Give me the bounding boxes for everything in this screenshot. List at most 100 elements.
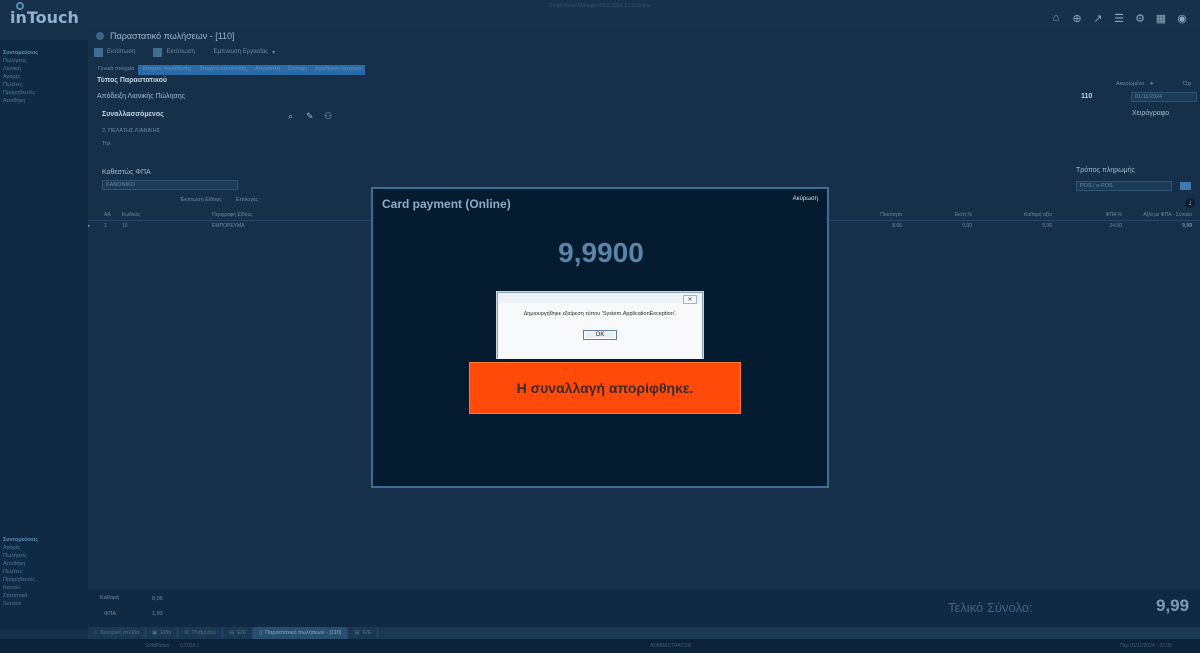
cell-total: 9,99 [1182,223,1192,229]
document-icon [96,32,104,40]
net-label: Καθαρή [100,595,120,601]
sidebar-item-sales[interactable]: Πωλήσεις [3,552,38,560]
customer-phone: Τηλ [102,141,111,147]
tab-delivery[interactable]: Στοιχεία παράδοσης [138,65,196,75]
gear-icon: ⚙ [184,630,190,636]
save-icon [94,47,103,57]
sidebar-item-stats[interactable]: Στατιστικά [3,592,38,600]
cell-net: 8,06 [1042,223,1052,229]
dialog-message: Δημιουργήθηκε εξαίρεση τύπου 'System.App… [523,311,677,317]
col-qty[interactable]: Ποσότητα [832,212,902,220]
grid-toolbar: Έκπτωση Είδους Επιλογές [180,197,258,203]
sidebar-item-retail[interactable]: Λιανική [3,65,38,73]
document-tabs: Γενικά στοιχεία Στοιχεία παράδοσης Στοιχ… [94,65,366,75]
vat-total-label: ΦΠΑ [104,611,117,617]
save-button[interactable]: Εκτύπωση [94,47,135,57]
cancelled-label: Ακυρωμένο [1116,81,1145,87]
sidebar-item-customers[interactable]: Πελάτες [3,568,38,576]
sidebar-item-purchases[interactable]: Αγορές [3,73,38,81]
cell-discount: 0,00 [962,223,972,229]
tab-summary[interactable]: Σύνοψη [283,65,312,75]
date-field[interactable]: 01/11/2024 [1131,92,1197,102]
chevron-down-icon: ▾ [272,49,276,56]
sidebar-item-suppliers[interactable]: Προμηθευτές [3,89,38,97]
cell-aa: 1 [104,223,107,229]
edit-icon[interactable]: ✎ [306,111,314,122]
task-home[interactable]: ⌂ Κεντρική σελίδα [88,627,147,639]
sidebar-heading: Συντομεύσεις [3,50,39,56]
add-user-icon[interactable]: ⚇ [324,111,332,122]
search-icon[interactable]: ⌕ [288,111,293,122]
vat-select[interactable]: ΚΑΝΟΝΙΚΟ [102,180,238,190]
net-value: 8,06 [152,596,163,602]
sidebar-top-list: Συντομεύσεις Πωλήσεις Λιανική Αγορές Πελ… [3,49,38,105]
status-datetime: Πέμ 01/11/2024 · 22:05 [1120,643,1172,649]
sidebar-item-warehouse[interactable]: Αποθήκη [3,560,38,568]
transaction-declined-banner: Η συναλλαγή απορίφθηκε. [469,362,741,414]
cancelled-radio[interactable]: ● [1150,81,1153,87]
cancel-button[interactable]: Ακύρωση [793,196,818,202]
sidebar-item-suppliers[interactable]: Προμηθευτές [3,576,38,584]
col-aa[interactable]: ΑΑ [104,212,122,220]
payment-select[interactable]: POS / e-POS [1076,181,1172,191]
building-icon[interactable]: ▦ [1155,12,1167,25]
payment-label: Τρόπος πληρωμής [1076,167,1135,174]
tab-dispatch[interactable]: Αποστολή [251,65,284,75]
cell-vat: 24,00 [1109,223,1122,229]
task-ee-2[interactable]: ▤ Ε/Ε [348,627,379,639]
window-title: Smart Retail Manager POS 2024.1.3.0 Onli… [549,3,651,9]
task-ee[interactable]: ▤ Ε/Ε [223,627,254,639]
customer-name[interactable]: 2, ΠΕΛΑΤΗΣ ΛΙΑΝΙΚΗΣ [102,128,160,134]
col-discount[interactable]: Έκπτ.% [902,212,972,220]
error-dialog: ✕ Δημιουργήθηκε εξαίρεση τύπου 'System.A… [497,292,703,359]
chart-icon[interactable]: ↗ [1092,12,1104,25]
tab-general[interactable]: Γενικά στοιχεία [94,65,138,75]
grand-total-label: Τελικό Σύνολο: [948,600,1033,615]
col-code[interactable]: Κωδικός [122,212,212,220]
task-settings[interactable]: ⚙ Ρυθμίσεις [178,627,224,639]
tab-shipping[interactable]: Στοιχεία αποστολής [195,65,252,75]
col-net[interactable]: Καθαρή αξία [972,212,1052,220]
home-icon: ⌂ [94,630,98,636]
ok-button[interactable]: OK [583,330,617,340]
list-view-icon[interactable] [1180,182,1191,190]
gear-icon[interactable]: ⚙ [1134,12,1146,25]
user-circle-icon[interactable]: ◉ [1176,12,1188,25]
doc-type-value[interactable]: Απόδειξη Λιανικής Πώλησης [97,93,185,100]
customer-label: Συναλλασσόμενος [102,111,164,118]
task-items[interactable]: ▣ Είδη [146,627,179,639]
discount-button[interactable]: Έκπτωση Είδους [180,197,222,203]
vat-label: Καθεστώς ΦΠΑ [102,169,151,176]
grand-total-value: 9,99 [1156,596,1190,615]
sidebar-item-customers[interactable]: Πελάτες [3,81,38,89]
sidebar-item-warehouse[interactable]: Αποθήκη [3,97,38,105]
col-vat[interactable]: ΦΠΑ % [1052,212,1123,220]
sidebar: Συντομεύσεις Πωλήσεις Λιανική Αγορές Πελ… [0,40,88,630]
cell-code: 10 [122,223,128,229]
tab-corrections[interactable]: Διόρθωση αρχείων [311,65,366,75]
modal-title: Card payment (Online) [382,197,511,211]
sidebar-item-channel[interactable]: Καναλί [3,584,38,592]
sidebar-heading: Συντομεύσεις [3,537,39,543]
sidebar-item-service[interactable]: Service [3,600,38,608]
download-icon[interactable]: ↓ [1185,198,1195,208]
col-total[interactable]: Αξία με ΦΠΑ - Σύνολο [1122,212,1192,220]
document-icon: ▯ [259,630,263,636]
home-icon[interactable]: ⌂ [1050,12,1062,24]
doc-number: 110 [1081,93,1093,100]
dialog-close-button[interactable]: ✕ [683,295,697,304]
status-version: 0.2024.1 [180,643,200,649]
sidebar-item-purchases[interactable]: Αγορές [3,544,38,552]
doc-type-label: Τύπος Παραστατικού [97,77,167,84]
print-button[interactable]: Εκτύπωση [153,47,195,57]
plus-circle-icon[interactable]: ⊕ [1071,12,1083,25]
payment-amount: 9,9900 [558,237,644,268]
status-app: SRMRetail [145,643,169,649]
sidebar-item-sales[interactable]: Πωλήσεις [3,57,38,65]
vat-total-value: 1,93 [152,611,163,617]
filter-icon[interactable]: ☰ [1113,12,1125,25]
extra-menu-button[interactable]: Έμπνευση Εργασίας ▾ [213,49,275,56]
app-logo: inTouch [10,2,79,27]
options-button[interactable]: Επιλογές [236,197,258,203]
task-sales-doc[interactable]: ▯ Παραστατικό πωλήσεων - [110] [253,627,349,639]
